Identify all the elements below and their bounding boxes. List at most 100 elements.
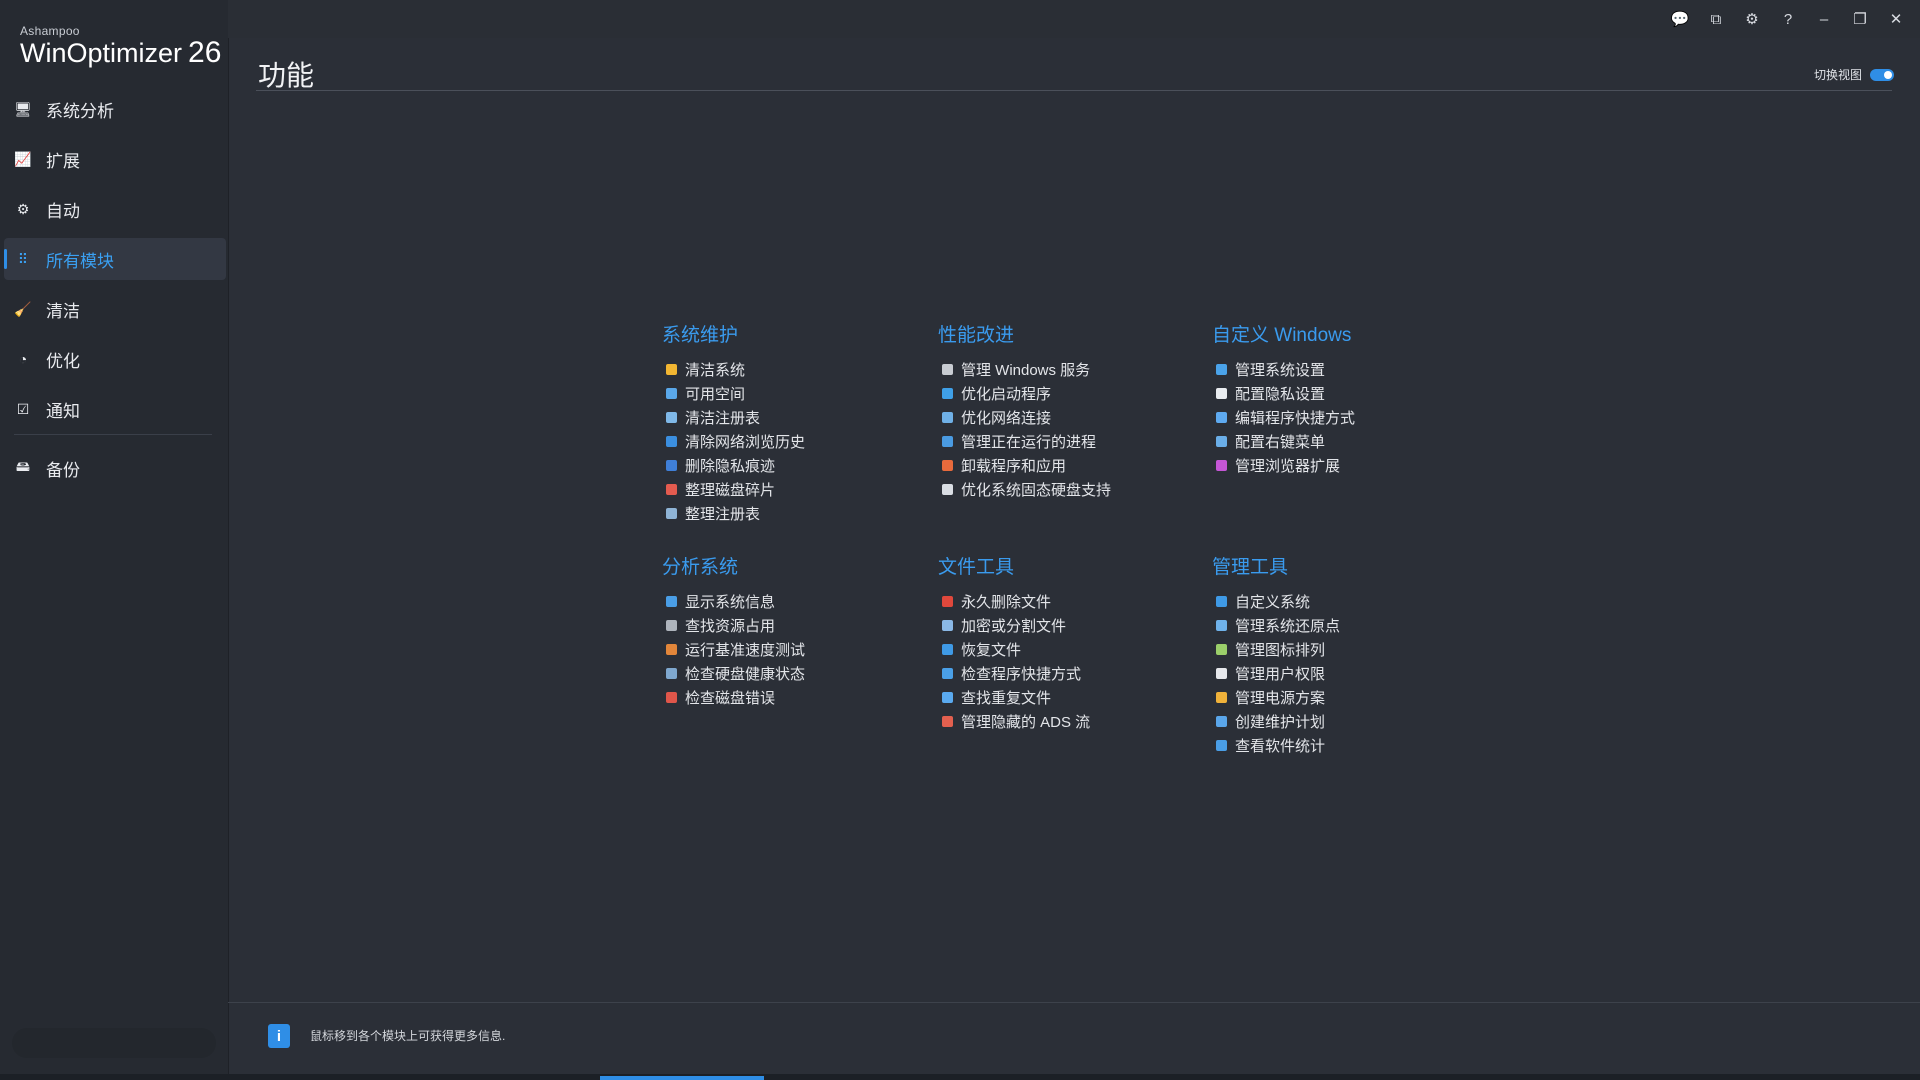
module-link[interactable]: 优化网络连接 <box>938 405 1198 429</box>
module-icon <box>666 387 677 399</box>
restore-button[interactable]: ❐ <box>1842 4 1878 34</box>
module-link[interactable]: 查找资源占用 <box>662 613 922 637</box>
module-link[interactable]: 管理浏览器扩展 <box>1212 453 1472 477</box>
module-link[interactable]: 查找重复文件 <box>938 685 1198 709</box>
close-button[interactable]: ✕ <box>1878 4 1914 34</box>
sidebar-item-8[interactable]: 🖴 备份 <box>4 447 226 489</box>
module-label: 编辑程序快捷方式 <box>1235 409 1356 427</box>
sidebar-item-6[interactable]: ◔ 优化 <box>4 338 226 380</box>
module-link[interactable]: 管理系统还原点 <box>1212 613 1472 637</box>
module-icon <box>942 715 953 727</box>
module-link[interactable]: 查看软件统计 <box>1212 733 1472 757</box>
module-link[interactable]: 可用空间 <box>662 381 922 405</box>
view-toggle-switch[interactable] <box>1870 68 1894 81</box>
module-label: 配置隐私设置 <box>1235 385 1326 403</box>
module-label: 创建维护计划 <box>1235 713 1326 731</box>
section-title: 系统维护 <box>662 325 739 346</box>
module-icon <box>942 387 953 399</box>
monitor-icon: 🖥 <box>14 100 32 117</box>
module-link[interactable]: 清洁注册表 <box>662 405 922 429</box>
compact-view-button[interactable]: ⧉ <box>1698 4 1734 34</box>
module-link[interactable]: 清洁系统 <box>662 357 922 381</box>
sidebar: Ashampoo WinOptimizer 26 🖥 系统分析 📈 扩展 ⚙ 自动 ⠿ 所有模块… <box>0 0 229 1080</box>
minimize-button[interactable]: – <box>1806 4 1842 34</box>
module-label: 查看软件统计 <box>1235 737 1326 755</box>
module-link[interactable]: 检查程序快捷方式 <box>938 661 1198 685</box>
module-icon <box>666 691 677 703</box>
module-link[interactable]: 显示系统信息 <box>662 589 922 613</box>
module-label: 卸载程序和应用 <box>961 457 1067 475</box>
module-link[interactable]: 管理系统设置 <box>1212 357 1472 381</box>
module-link[interactable]: 管理 Windows 服务 <box>938 357 1198 381</box>
module-icon <box>1216 435 1227 447</box>
grid-icon: ⠿ <box>17 250 29 267</box>
module-label: 优化启动程序 <box>961 385 1052 403</box>
module-link[interactable]: 优化系统固态硬盘支持 <box>938 477 1198 501</box>
module-label: 检查磁盘错误 <box>685 689 776 707</box>
module-icon <box>942 483 953 495</box>
sidebar-item-label: 扩展 <box>46 151 80 171</box>
module-link[interactable]: 编辑程序快捷方式 <box>1212 405 1472 429</box>
sidebar-item-3[interactable]: ⚙ 自动 <box>4 188 226 230</box>
module-label: 管理图标排列 <box>1235 641 1326 659</box>
settings-gear-button[interactable]: ⚙ <box>1734 4 1770 34</box>
module-link[interactable]: 管理电源方案 <box>1212 685 1472 709</box>
module-link[interactable]: 整理磁盘碎片 <box>662 477 922 501</box>
module-icon <box>1216 667 1227 679</box>
section-3: 自定义 Windows 管理系统设置 配置隐私设置 编辑程序快捷方式 配置右键菜单 管理浏… <box>1212 320 1472 477</box>
module-link[interactable]: 检查硬盘健康状态 <box>662 661 922 685</box>
module-link[interactable]: 卸载程序和应用 <box>938 453 1198 477</box>
module-link[interactable]: 检查磁盘错误 <box>662 685 922 709</box>
sidebar-item-4[interactable]: ⠿ 所有模块 <box>4 238 226 280</box>
module-link[interactable]: 管理隐藏的 ADS 流 <box>938 709 1198 733</box>
module-label: 优化网络连接 <box>961 409 1052 427</box>
module-link[interactable]: 配置右键菜单 <box>1212 429 1472 453</box>
module-icon <box>942 411 953 423</box>
section-title: 性能改进 <box>938 325 1015 346</box>
module-icon <box>666 643 677 655</box>
help-icon: ? <box>1783 10 1793 28</box>
module-label: 优化系统固态硬盘支持 <box>961 481 1112 499</box>
section-title: 文件工具 <box>938 557 1015 578</box>
module-label: 删除隐私痕迹 <box>685 457 776 475</box>
view-toggle-group: 切换视图 <box>1814 66 1894 83</box>
sidebar-item-5[interactable]: 🧹 清洁 <box>4 288 226 330</box>
module-label: 恢复文件 <box>961 641 1022 659</box>
module-label: 管理系统还原点 <box>1235 617 1341 635</box>
module-link[interactable]: 管理正在运行的进程 <box>938 429 1198 453</box>
sidebar-item-label: 优化 <box>46 351 80 371</box>
sidebar-item-2[interactable]: 📈 扩展 <box>4 138 226 180</box>
module-link[interactable]: 运行基准速度测试 <box>662 637 922 661</box>
module-link[interactable]: 清除网络浏览历史 <box>662 429 922 453</box>
module-icon <box>1216 459 1227 471</box>
title-divider <box>256 90 1892 91</box>
module-link[interactable]: 整理注册表 <box>662 501 922 525</box>
module-label: 检查程序快捷方式 <box>961 665 1082 683</box>
module-label: 整理注册表 <box>685 505 761 523</box>
module-label: 清除网络浏览历史 <box>685 433 806 451</box>
module-link[interactable]: 加密或分割文件 <box>938 613 1198 637</box>
product-version: 26 <box>188 36 222 69</box>
module-link[interactable]: 配置隐私设置 <box>1212 381 1472 405</box>
feedback-button[interactable]: 💬 <box>1662 4 1698 34</box>
module-link[interactable]: 永久删除文件 <box>938 589 1198 613</box>
sidebar-item-7[interactable]: ☑ 通知 <box>4 388 226 430</box>
backup-drive-icon: 🖴 <box>15 458 31 474</box>
section-1: 系统维护清洁系统 可用空间 清洁注册表清除网络浏览历史 删除隐私痕迹整理磁盘碎片整理注… <box>662 320 922 525</box>
sidebar-item-label: 通知 <box>46 401 80 421</box>
module-link[interactable]: 创建维护计划 <box>1212 709 1472 733</box>
window-controls: 💬 ⧉ ⚙? – ❐ ✕ <box>1662 4 1914 34</box>
sidebar-item-label: 系统分析 <box>46 101 114 121</box>
module-link[interactable]: 管理用户权限 <box>1212 661 1472 685</box>
module-icon <box>942 595 953 607</box>
help-button[interactable]: ? <box>1770 4 1806 34</box>
module-link[interactable]: 优化启动程序 <box>938 381 1198 405</box>
sidebar-item-1[interactable]: 🖥 系统分析 <box>4 88 226 130</box>
module-label: 管理隐藏的 ADS 流 <box>961 713 1091 731</box>
module-link[interactable]: 恢复文件 <box>938 637 1198 661</box>
module-link[interactable]: 自定义系统 <box>1212 589 1472 613</box>
module-link[interactable]: 删除隐私痕迹 <box>662 453 922 477</box>
module-link[interactable]: 管理图标排列 <box>1212 637 1472 661</box>
sidebar-item-label: 自动 <box>46 201 80 221</box>
module-label: 管理用户权限 <box>1235 665 1326 683</box>
